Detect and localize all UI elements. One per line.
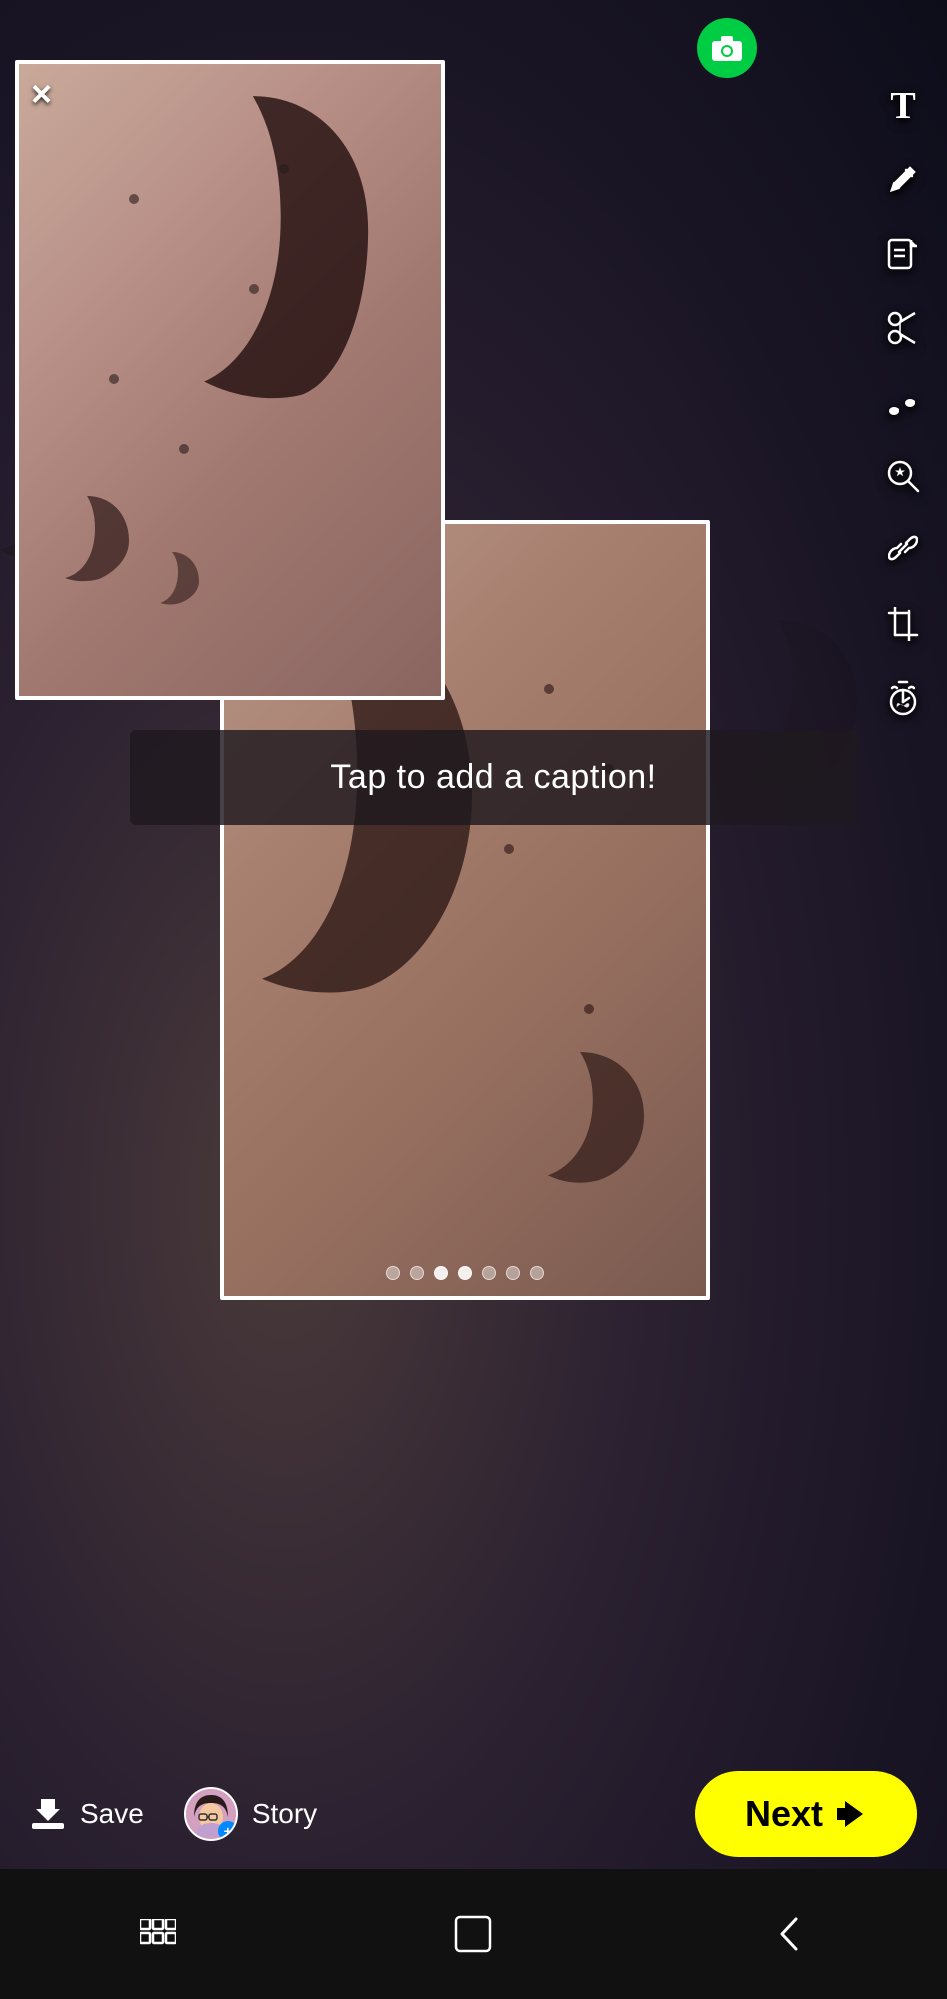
photo1-dot4 [109,374,119,384]
photo1-dot2 [279,164,289,174]
page-indicator [386,1266,544,1280]
home-icon [454,1915,492,1953]
crop-tool-icon[interactable] [877,598,929,650]
caption-bar[interactable]: Tap to add a caption! [130,730,857,825]
recent-apps-icon [140,1919,176,1949]
story-button[interactable]: + Story [184,1787,317,1841]
next-label: Next [745,1793,823,1835]
story-label: Story [252,1798,317,1830]
save-icon [30,1795,66,1833]
save-label: Save [80,1798,144,1830]
link-tool-icon[interactable] [877,524,929,576]
add-to-story-icon: + [218,1821,238,1841]
next-arrow-icon [837,1801,867,1827]
system-nav-bar [0,1869,947,1999]
photo1-dot5 [179,444,189,454]
page-dot-1[interactable] [386,1266,400,1280]
page-dot-4[interactable] [458,1266,472,1280]
timer-tool-icon[interactable] [877,672,929,724]
photo2-dot1 [544,684,554,694]
lens-tool-icon[interactable] [877,450,929,502]
story-avatar: + [184,1787,238,1841]
page-dot-7[interactable] [530,1266,544,1280]
page-dot-6[interactable] [506,1266,520,1280]
camera-icon-top[interactable] [697,18,757,78]
photo2-moon-small [516,1036,676,1196]
next-button[interactable]: Next [695,1771,917,1857]
music-tool-icon[interactable] [877,376,929,428]
photo1-moon-small [39,486,219,616]
text-icon-label: T [890,84,915,128]
nav-menu-icon[interactable] [118,1894,198,1974]
page-dot-5[interactable] [482,1266,496,1280]
bottom-action-bar: Save + Story Next [0,1759,947,1869]
photo2-dot4 [584,1004,594,1014]
photo-first[interactable]: × [15,60,445,700]
photo1-moon-large [131,84,411,424]
nav-home-icon[interactable] [433,1894,513,1974]
save-button[interactable]: Save [30,1795,144,1833]
caption-text: Tap to add a caption! [330,758,656,796]
back-icon [774,1915,804,1953]
pencil-tool-icon[interactable] [877,154,929,206]
page-dot-3[interactable] [434,1266,448,1280]
nav-back-icon[interactable] [749,1894,829,1974]
sticker-tool-icon[interactable] [877,228,929,280]
page-dot-2[interactable] [410,1266,424,1280]
photo1-dot3 [249,284,259,294]
photo1-dot1 [129,194,139,204]
scissors-tool-icon[interactable] [877,302,929,354]
right-toolbar: T [877,80,929,724]
photo2-dot3 [504,844,514,854]
text-tool-icon[interactable]: T [877,80,929,132]
close-button[interactable]: × [31,76,52,112]
